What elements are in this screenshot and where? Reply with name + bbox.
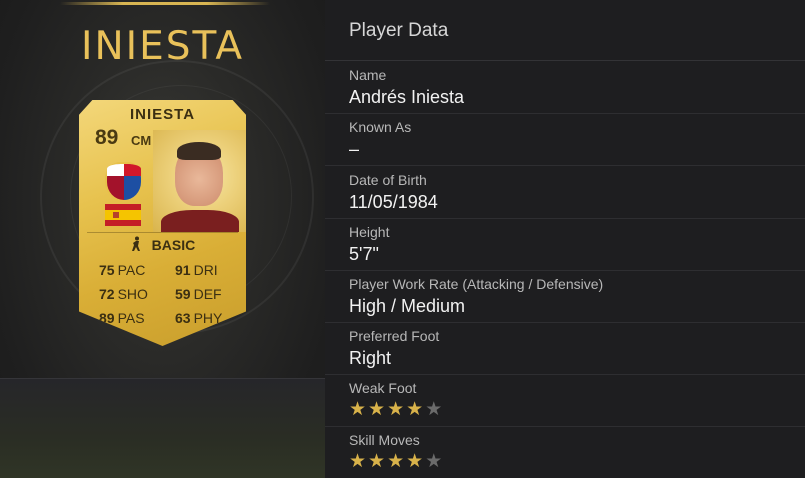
player-card[interactable]: INIESTA 89 CM BASIC 75 PAC 91 DRI 72 SHO…: [79, 100, 246, 346]
field-label: Player Work Rate (Attacking / Defensive): [349, 276, 604, 292]
star-icon: ★: [387, 399, 405, 420]
field-height: Height 5'7": [325, 218, 805, 271]
field-label: Name: [349, 67, 387, 83]
player-photo: [153, 130, 246, 232]
star-icon: ★: [349, 451, 367, 472]
field-skill-moves: Skill Moves ★ ★ ★ ★ ★: [325, 426, 805, 478]
stat-def: 59 DEF: [175, 286, 222, 302]
field-name: Name Andrés Iniesta: [325, 61, 805, 114]
skill-moves-rating: ★ ★ ★ ★ ★: [349, 450, 444, 473]
weak-foot-rating: ★ ★ ★ ★ ★: [349, 398, 444, 421]
stat-dri: 91 DRI: [175, 262, 218, 278]
player-photo-hair: [177, 142, 221, 160]
field-value: Right: [349, 348, 392, 368]
star-icon: ★: [406, 399, 424, 420]
star-icon: ★: [349, 399, 367, 420]
star-icon: ★: [387, 451, 405, 472]
flag-coat-of-arms: [113, 212, 119, 218]
stat-pas: 89 PAS: [99, 310, 145, 326]
star-icon: ★: [368, 451, 386, 472]
star-icon: ★: [425, 399, 443, 420]
player-card-panel: INIESTA INIESTA 89 CM BASIC 75 PAC 91 DR…: [0, 0, 325, 478]
club-crest-icon: [105, 162, 143, 202]
player-data-panel: Player Data Name Andrés Iniesta Known As…: [325, 0, 805, 478]
star-icon: ★: [406, 451, 424, 472]
star-icon: ★: [368, 399, 386, 420]
floor-gradient: [0, 378, 325, 478]
field-value: 5'7": [349, 244, 379, 264]
field-weak-foot: Weak Foot ★ ★ ★ ★ ★: [325, 374, 805, 427]
field-label: Height: [349, 224, 390, 240]
stat-pac: 75 PAC: [99, 262, 146, 278]
field-label: Preferred Foot: [349, 328, 440, 344]
card-divider: [87, 232, 238, 233]
player-silhouette-icon: [130, 236, 142, 253]
field-value: 11/05/1984: [349, 192, 438, 212]
field-known-as: Known As –: [325, 113, 805, 166]
nation-flag-icon: [105, 204, 141, 226]
field-label: Weak Foot: [349, 380, 417, 396]
stat-sho: 72 SHO: [99, 286, 148, 302]
card-player-name: INIESTA: [129, 106, 196, 123]
floor-divider: [0, 378, 325, 379]
chemistry-style-label: BASIC: [151, 237, 196, 253]
field-label: Known As: [349, 119, 412, 135]
field-date-of-birth: Date of Birth 11/05/1984: [325, 166, 805, 219]
field-work-rate: Player Work Rate (Attacking / Defensive)…: [325, 270, 805, 323]
field-label: Date of Birth: [349, 172, 427, 188]
card-rating: 89: [95, 126, 119, 149]
player-name-heading: INIESTA: [80, 24, 245, 69]
star-icon: ★: [425, 451, 443, 472]
card-position: CM: [131, 133, 152, 148]
top-accent-line: [60, 2, 270, 5]
field-value: High / Medium: [349, 296, 466, 316]
field-preferred-foot: Preferred Foot Right: [325, 322, 805, 375]
player-data-title: Player Data: [349, 20, 449, 41]
club-crest-top: [107, 164, 141, 176]
field-value: –: [349, 139, 360, 159]
field-label: Skill Moves: [349, 432, 420, 448]
chemistry-style: BASIC: [79, 236, 246, 256]
field-value: Andrés Iniesta: [349, 87, 465, 107]
player-photo-shirt: [161, 210, 239, 232]
